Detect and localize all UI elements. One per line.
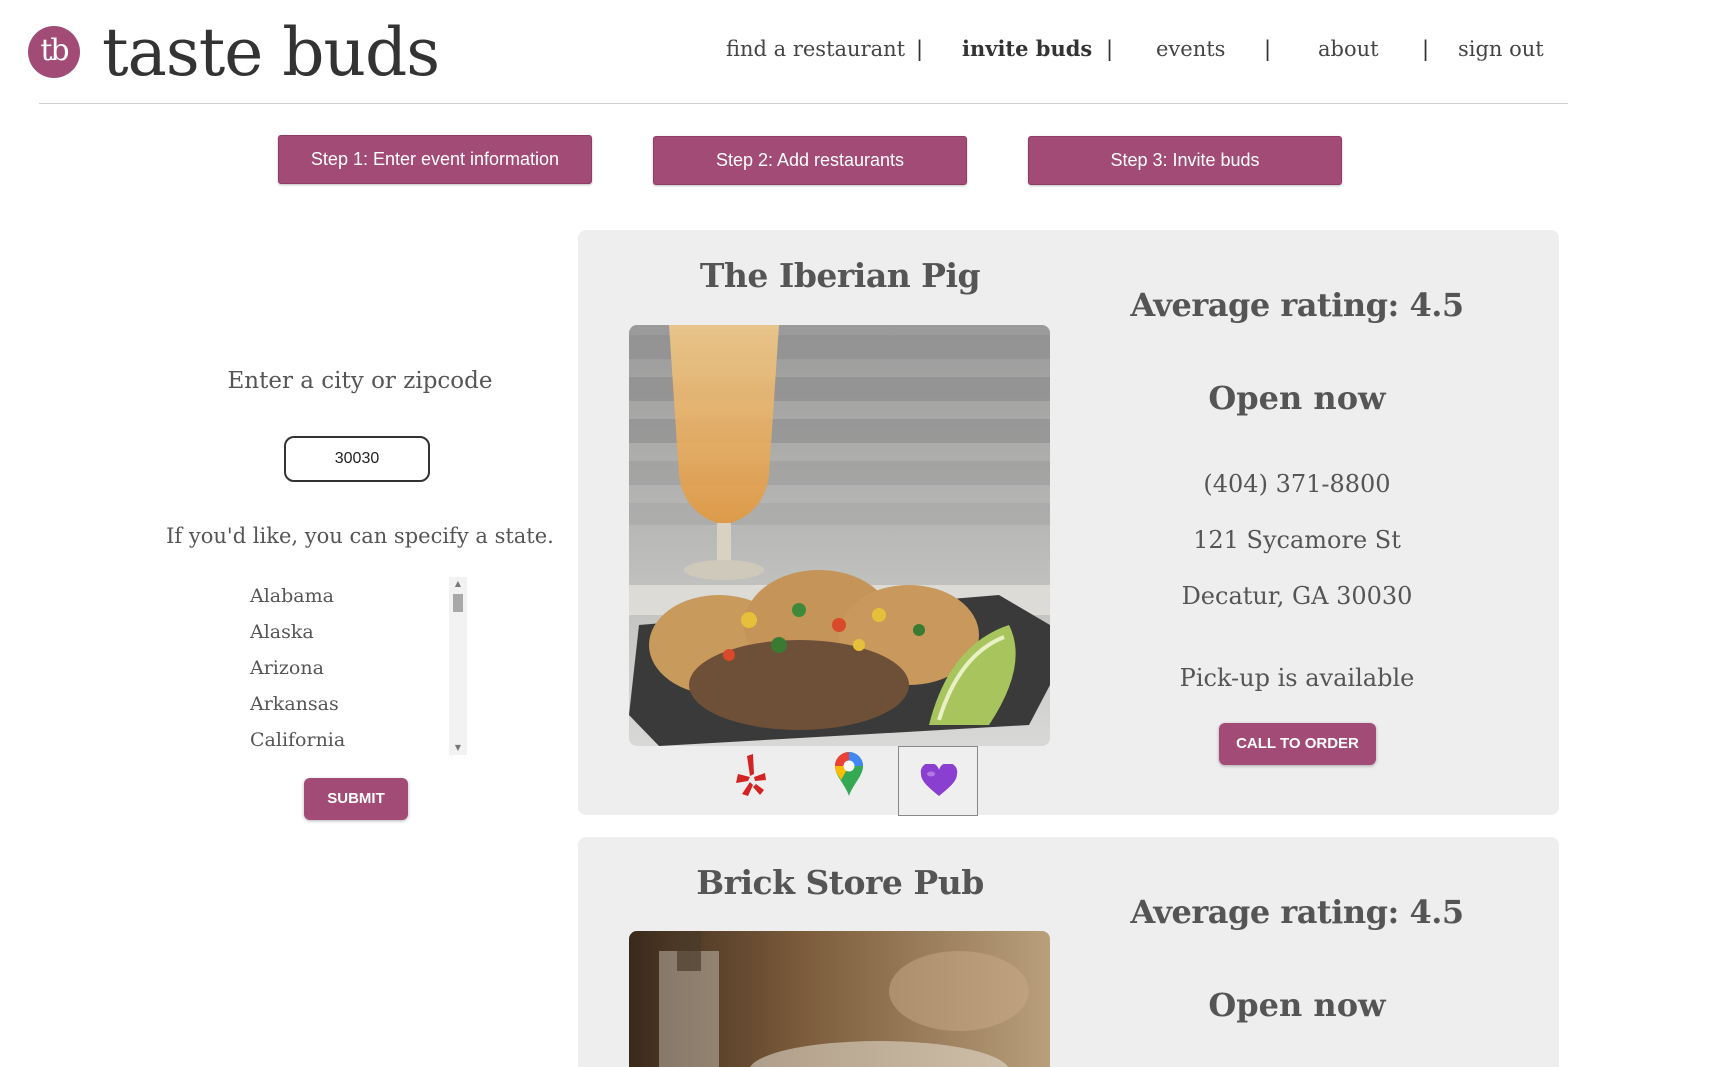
call-to-order-button[interactable]: CALL TO ORDER	[1219, 723, 1376, 765]
submit-button[interactable]: SUBMIT	[304, 778, 408, 820]
purple-heart-icon	[920, 764, 958, 796]
restaurant-name: Brick Store Pub	[696, 863, 984, 902]
nav-separator: |	[916, 37, 924, 61]
nav-find-restaurant[interactable]: find a restaurant	[726, 32, 905, 66]
average-rating: Average rating: 4.5	[1130, 286, 1464, 324]
restaurant-card: The Iberian Pig Average rating: 4.5 Open…	[578, 230, 1559, 816]
zipcode-input[interactable]: 30030	[284, 436, 430, 482]
nav-sign-out[interactable]: sign out	[1458, 32, 1544, 66]
address-line-1: 121 Sycamore St	[1193, 526, 1401, 554]
nav-separator: |	[1106, 37, 1114, 61]
state-option[interactable]: Arizona	[250, 654, 324, 682]
step-1-button[interactable]: Step 1: Enter event information	[278, 135, 592, 184]
google-maps-icon[interactable]	[829, 750, 869, 798]
state-option[interactable]: California	[250, 726, 345, 754]
open-status: Open now	[1208, 986, 1386, 1024]
address-line-2: Decatur, GA 30030	[1181, 582, 1413, 610]
open-status: Open now	[1208, 379, 1386, 417]
main-nav: find a restaurant | invite buds | events…	[0, 32, 1734, 66]
restaurant-name: The Iberian Pig	[699, 256, 981, 295]
nav-invite-buds[interactable]: invite buds	[962, 32, 1092, 66]
state-option[interactable]: Alaska	[250, 618, 314, 646]
city-zip-prompt: Enter a city or zipcode	[227, 368, 493, 394]
step-3-button[interactable]: Step 3: Invite buds	[1028, 136, 1342, 185]
restaurant-card: Brick Store Pub Average rating: 4.5 Open…	[578, 837, 1559, 1067]
restaurant-photo	[629, 325, 1050, 746]
header-divider	[39, 103, 1568, 104]
restaurant-photo	[629, 931, 1050, 1067]
average-rating: Average rating: 4.5	[1130, 893, 1464, 931]
state-option[interactable]: Alabama	[250, 582, 334, 610]
phone-number[interactable]: (404) 371-8800	[1102, 470, 1492, 498]
scroll-down-arrow-icon[interactable]: ▼	[449, 741, 467, 755]
state-select-list[interactable]: Alabama Alaska Arizona Arkansas Californ…	[250, 575, 468, 755]
nav-about[interactable]: about	[1318, 32, 1379, 66]
nav-separator: |	[1422, 37, 1430, 61]
state-prompt: If you'd like, you can specify a state.	[166, 524, 554, 548]
step-2-button[interactable]: Step 2: Add restaurants	[653, 136, 967, 185]
scroll-up-arrow-icon[interactable]: ▲	[449, 577, 467, 591]
nav-events[interactable]: events	[1156, 32, 1225, 66]
scroll-thumb[interactable]	[453, 594, 463, 612]
nav-separator: |	[1264, 37, 1272, 61]
state-option[interactable]: Arkansas	[250, 690, 339, 718]
favorite-button[interactable]	[898, 746, 978, 816]
state-list-scrollbar[interactable]: ▲ ▼	[449, 577, 467, 755]
yelp-icon[interactable]	[730, 750, 770, 798]
pickup-status: Pick-up is available	[1179, 664, 1415, 692]
